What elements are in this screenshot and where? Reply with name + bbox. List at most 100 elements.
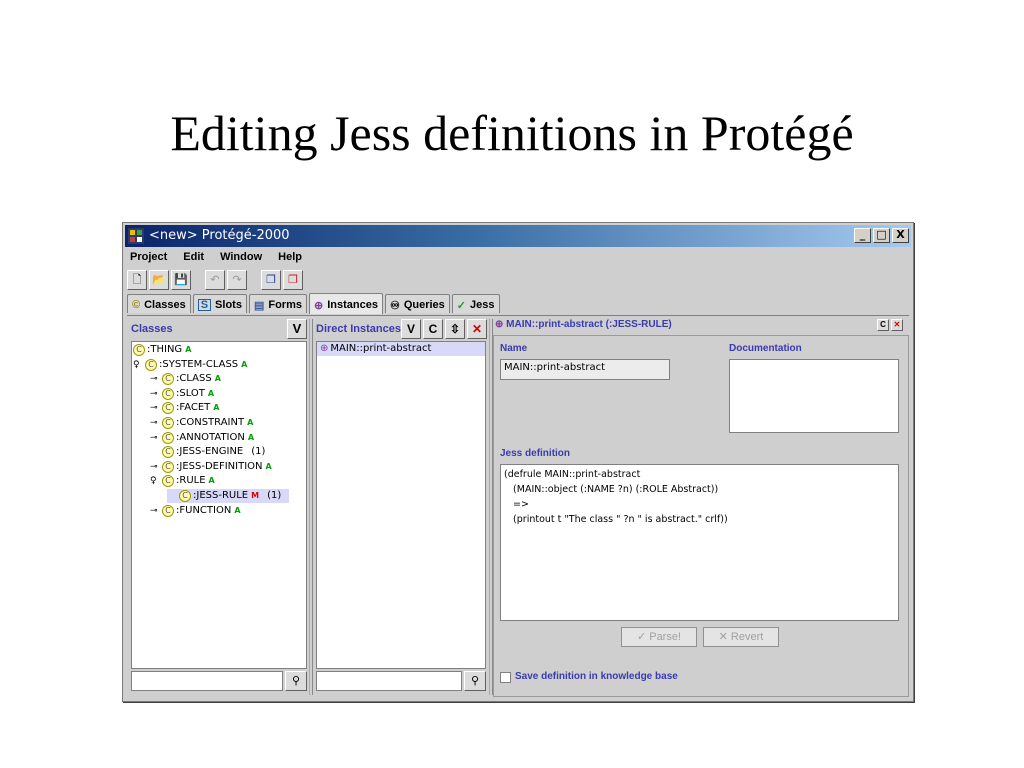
class-tree-item[interactable]: ⊸ C:CLASS A bbox=[150, 372, 221, 386]
class-icon: C bbox=[162, 475, 174, 488]
revert-button[interactable]: ✕ Revert bbox=[703, 627, 779, 647]
class-search-button[interactable]: ⚲ bbox=[285, 671, 307, 691]
instances-pane-label: Direct Instances bbox=[316, 323, 401, 335]
class-tree-item[interactable]: ⊸ C:CONSTRAINT A bbox=[150, 416, 253, 430]
window-titlebar[interactable]: <new> Protégé-2000 _ □ X bbox=[125, 225, 911, 247]
expanded-node-icon[interactable]: ♀ bbox=[150, 474, 160, 488]
form-header: ⊕ MAIN::print-abstract (:JESS-RULE) bbox=[495, 319, 909, 335]
menu-project[interactable]: Project bbox=[127, 249, 170, 267]
collapsed-node-icon[interactable]: ⊸ bbox=[150, 504, 160, 518]
collapsed-node-icon[interactable]: ⊸ bbox=[150, 387, 160, 401]
undo-button[interactable]: ↶ bbox=[205, 270, 225, 290]
tab-classes[interactable]: © Classes bbox=[127, 294, 191, 313]
save-project-button[interactable]: 💾 bbox=[171, 270, 191, 290]
class-tree-label: :ANNOTATION bbox=[176, 431, 245, 443]
classes-pane-label: Classes bbox=[131, 323, 173, 335]
maximize-button[interactable]: □ bbox=[873, 228, 890, 243]
binoculars-icon: ♾ bbox=[389, 299, 400, 312]
save-icon: 💾 bbox=[174, 273, 188, 286]
class-tree-item[interactable]: ⊸ C:ANNOTATION A bbox=[150, 431, 254, 445]
class-role-badge: A bbox=[185, 345, 192, 354]
name-field[interactable]: MAIN::print-abstract bbox=[500, 359, 670, 380]
new-file-icon: 🗋 bbox=[132, 273, 142, 286]
class-tree-label: :SLOT bbox=[176, 387, 205, 399]
tab-forms[interactable]: ▤ Forms bbox=[248, 294, 307, 313]
close-windows-icon: ❐ bbox=[288, 273, 298, 286]
form-c-button[interactable]: C bbox=[877, 319, 889, 331]
class-tree-item[interactable]: ⊸ C:JESS-DEFINITION A bbox=[150, 460, 272, 474]
collapsed-node-icon[interactable]: ⊸ bbox=[150, 372, 160, 386]
cascade-windows-button[interactable]: ❐ bbox=[261, 270, 281, 290]
class-tree-label: :FUNCTION bbox=[176, 504, 232, 516]
documentation-label: Documentation bbox=[729, 343, 802, 354]
redo-button[interactable]: ↷ bbox=[227, 270, 247, 290]
close-windows-button[interactable]: ❐ bbox=[283, 270, 303, 290]
documentation-field[interactable] bbox=[729, 359, 899, 433]
class-tree-item[interactable]: ⊸ C:FUNCTION A bbox=[150, 504, 241, 518]
tab-queries[interactable]: ♾ Queries bbox=[384, 294, 450, 313]
window-title: <new> Protégé-2000 bbox=[149, 228, 290, 243]
class-icon: C bbox=[162, 417, 174, 429]
close-button[interactable]: X bbox=[892, 228, 909, 243]
class-tree-label: :SYSTEM-CLASS bbox=[159, 358, 239, 370]
name-label: Name bbox=[500, 343, 528, 354]
collapsed-node-icon[interactable]: ⊸ bbox=[150, 401, 160, 415]
class-tree-label: :JESS-ENGINE bbox=[176, 446, 244, 458]
form-close-button[interactable]: ✕ bbox=[891, 319, 903, 331]
minimize-button[interactable]: _ bbox=[854, 228, 871, 243]
class-icon: C bbox=[162, 431, 174, 444]
view-instance-button[interactable]: V bbox=[401, 319, 421, 339]
save-definition-checkbox[interactable] bbox=[500, 672, 511, 683]
class-tree-item[interactable]: C:THING A bbox=[133, 343, 191, 357]
class-icon: C bbox=[145, 358, 157, 371]
instance-item[interactable]: ⊕ MAIN::print-abstract bbox=[317, 342, 485, 356]
tab-jess[interactable]: ✓ Jess bbox=[451, 294, 500, 313]
instance-search-input[interactable] bbox=[316, 671, 462, 691]
splitter-left[interactable] bbox=[309, 319, 313, 695]
instance-search-button[interactable]: ⚲ bbox=[464, 671, 486, 691]
class-tree-item[interactable]: ⊸ C:FACET A bbox=[150, 401, 219, 415]
class-tree-item[interactable]: ⊸ C:SLOT A bbox=[150, 387, 214, 401]
tab-instances[interactable]: ⊕ Instances bbox=[308, 293, 383, 314]
tab-slots[interactable]: S Slots bbox=[192, 294, 247, 313]
class-c-icon: © bbox=[132, 299, 141, 311]
class-tree-item[interactable]: C:JESS-ENGINE (1) bbox=[150, 445, 265, 459]
menu-help[interactable]: Help bbox=[275, 249, 305, 267]
class-tree-label: :RULE bbox=[176, 475, 206, 487]
class-tree-item[interactable]: C:JESS-RULE M (1) bbox=[167, 489, 290, 503]
create-instance-button[interactable]: C bbox=[423, 319, 443, 339]
class-icon: C bbox=[162, 402, 174, 415]
expanded-node-icon[interactable]: ♀ bbox=[133, 358, 143, 372]
save-definition-label: Save definition in knowledge base bbox=[515, 671, 678, 682]
jess-line: (printout t "The class " ?n " is abstrac… bbox=[504, 514, 728, 525]
class-icon: C bbox=[162, 373, 174, 386]
class-tree-label: :CLASS bbox=[176, 373, 212, 385]
class-role-badge: A bbox=[234, 505, 241, 515]
class-role-badge: A bbox=[247, 432, 255, 442]
parse-button[interactable]: ✓ Parse! bbox=[621, 627, 697, 647]
jess-line: => bbox=[504, 499, 529, 510]
collapsed-node-icon[interactable]: ⊸ bbox=[150, 460, 160, 474]
windows-icon: ❐ bbox=[266, 273, 276, 286]
protege-app-icon bbox=[128, 228, 144, 244]
new-project-button[interactable]: 🗋 bbox=[127, 270, 147, 290]
class-icon: C bbox=[162, 504, 174, 517]
class-search-input[interactable] bbox=[131, 671, 283, 691]
open-project-button[interactable]: 📂 bbox=[149, 270, 169, 290]
class-role-badge: A bbox=[213, 403, 220, 413]
class-tree-item[interactable]: ♀ C:RULE A bbox=[150, 474, 215, 488]
class-role-badge: A bbox=[247, 418, 254, 427]
class-tree-item[interactable]: ♀ C:SYSTEM-CLASS A bbox=[133, 358, 247, 372]
class-tree-label: :JESS-RULE bbox=[193, 490, 249, 501]
view-class-button[interactable]: V bbox=[287, 319, 307, 339]
delete-instance-button[interactable]: ✕ bbox=[467, 319, 487, 339]
toolbar: 🗋 📂 💾 ↶ ↷ ❐ ❐ bbox=[127, 269, 303, 291]
instance-icon: ⊕ bbox=[320, 343, 329, 354]
collapsed-node-icon[interactable]: ⊸ bbox=[150, 431, 160, 445]
reference-instance-button[interactable]: ⇳ bbox=[445, 319, 465, 339]
class-tree-label: :CONSTRAINT bbox=[176, 417, 245, 428]
jess-definition-editor[interactable]: (defrule MAIN::print-abstract (MAIN::obj… bbox=[500, 464, 899, 621]
menu-window[interactable]: Window bbox=[217, 249, 265, 267]
collapsed-node-icon[interactable]: ⊸ bbox=[150, 416, 160, 430]
menu-edit[interactable]: Edit bbox=[180, 249, 207, 267]
